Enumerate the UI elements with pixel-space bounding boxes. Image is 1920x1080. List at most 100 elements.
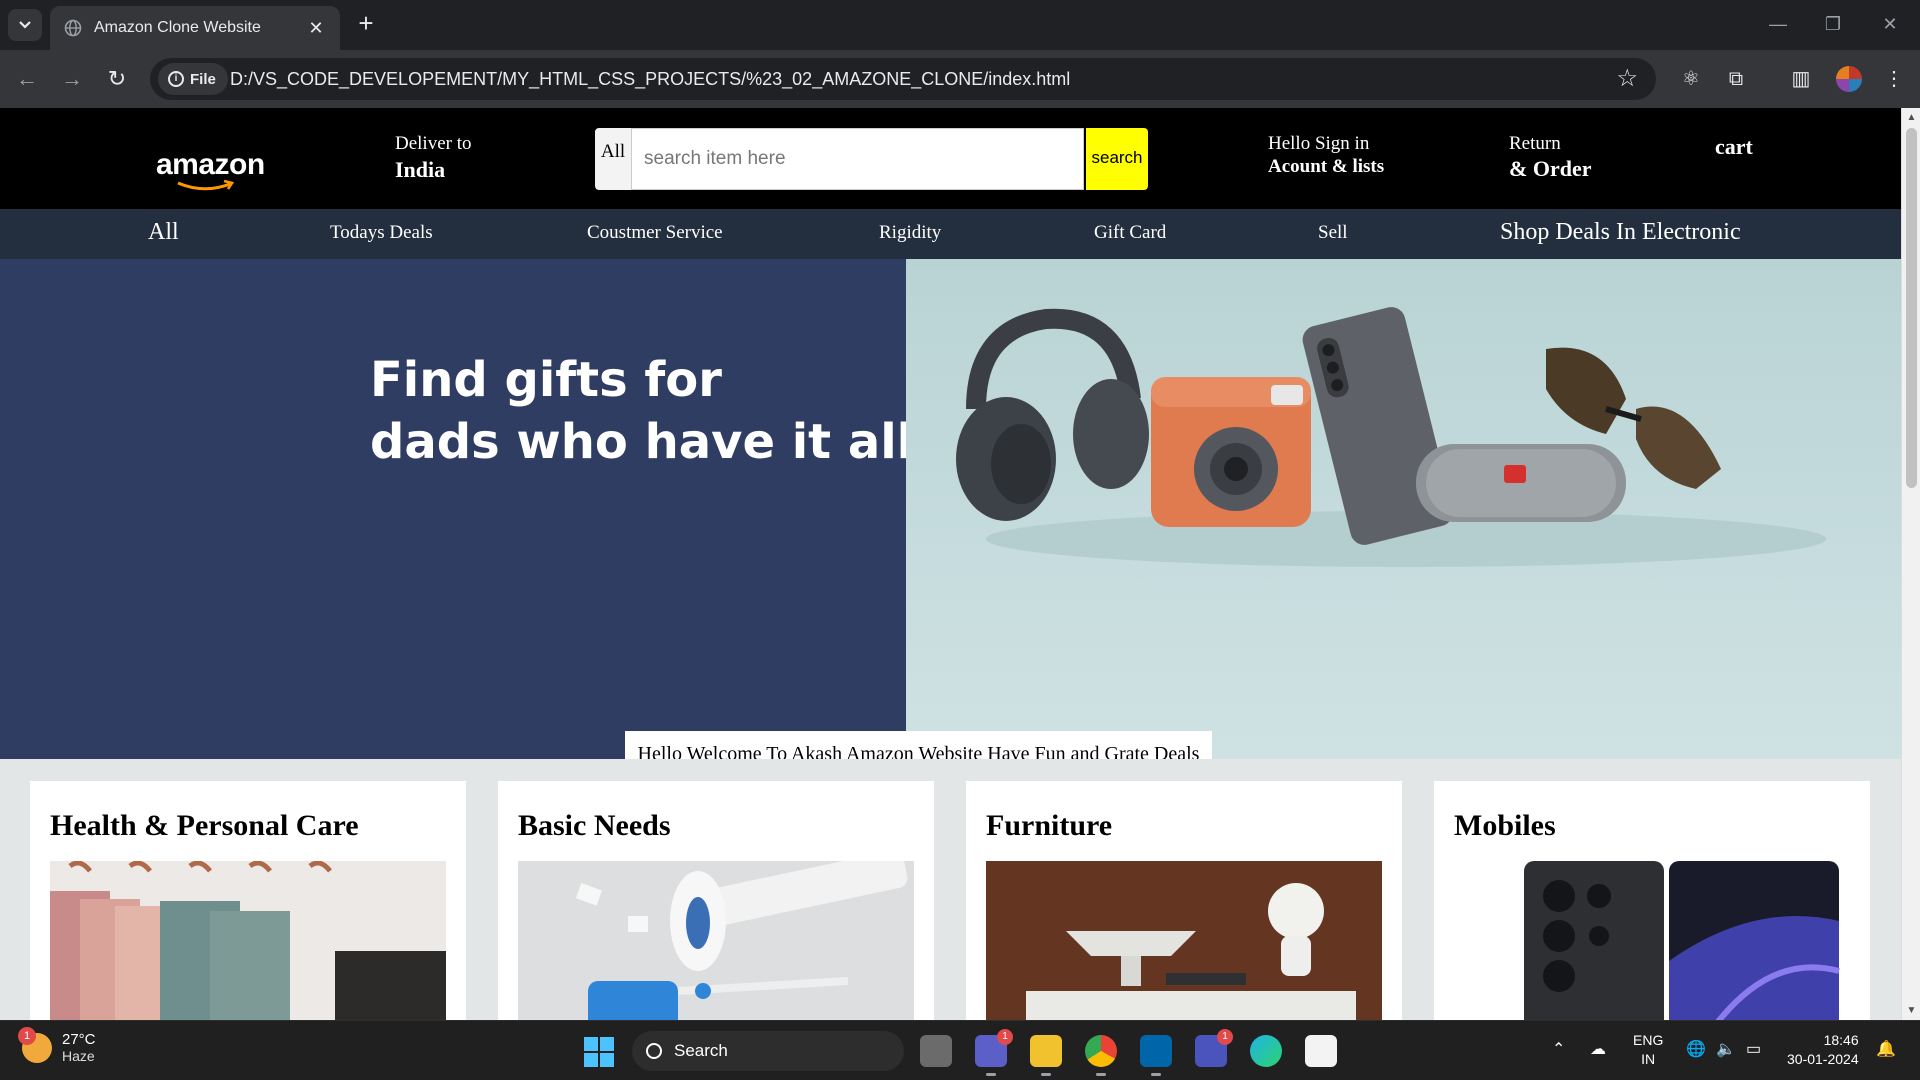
deliver-label: Deliver to — [395, 133, 472, 154]
weather-widget[interactable]: 1 27°C Haze — [18, 1026, 96, 1064]
browser-tab-active[interactable]: Amazon Clone Website ✕ — [50, 6, 340, 50]
language-indicator[interactable]: ENG IN — [1633, 1031, 1663, 1069]
search-input[interactable] — [631, 128, 1084, 190]
windows-start-icon[interactable] — [584, 1037, 614, 1067]
close-tab-icon[interactable]: ✕ — [306, 18, 326, 39]
card-title: Basic Needs — [518, 809, 671, 842]
restore-button[interactable]: ❐ — [1813, 10, 1853, 38]
account-lists-label: Acount & lists — [1268, 156, 1385, 177]
teams-badge: 1 — [1217, 1029, 1233, 1045]
teams-chat-icon[interactable]: 1 — [975, 1029, 1013, 1076]
tab-search-button[interactable] — [8, 9, 42, 41]
search-bar: All search — [595, 128, 1148, 190]
product-card-mobiles[interactable]: Mobiles — [1434, 781, 1870, 1020]
vscode-icon[interactable] — [1140, 1035, 1172, 1076]
microsoft-store-icon[interactable] — [1305, 1035, 1337, 1067]
page-scrollbar[interactable]: ▲ ▼ — [1901, 108, 1920, 1020]
back-arrow-icon[interactable]: ← — [12, 64, 42, 94]
search-icon — [646, 1043, 662, 1059]
smile-arrow-icon — [177, 180, 235, 191]
minimize-button[interactable]: — — [1758, 10, 1798, 38]
network-globe-icon[interactable]: 🌐 — [1686, 1039, 1706, 1059]
cart-link[interactable]: cart — [1715, 134, 1753, 160]
notification-bell-icon[interactable]: 🔔 — [1876, 1039, 1896, 1059]
close-window-button[interactable]: ✕ — [1870, 10, 1910, 38]
card-image-smartphone[interactable] — [1454, 861, 1850, 1020]
card-image-toiletries[interactable] — [518, 861, 914, 1020]
taskbar-search[interactable]: Search — [632, 1031, 904, 1071]
product-card-health[interactable]: Health & Personal Care — [30, 781, 466, 1020]
site-chip-label: File — [190, 70, 216, 88]
search-category-select[interactable]: All — [595, 128, 631, 190]
site-info-chip[interactable]: i File — [158, 63, 228, 95]
clock-date: 30-01-2024 — [1787, 1051, 1859, 1067]
scroll-down-icon[interactable]: ▼ — [1902, 1005, 1920, 1016]
scroll-up-icon[interactable]: ▲ — [1902, 112, 1920, 123]
gadgets-illustration — [956, 307, 1826, 567]
file-explorer-icon[interactable] — [1030, 1035, 1062, 1076]
new-tab-button[interactable]: + — [352, 10, 380, 38]
haze-weather-icon: 1 — [18, 1026, 52, 1063]
hero-product-photo — [906, 259, 1901, 759]
card-image-furniture[interactable] — [986, 861, 1382, 1020]
extensions-puzzle-icon[interactable]: ⧉ — [1722, 65, 1750, 93]
amazon-logo[interactable]: amazon — [156, 148, 268, 198]
address-bar[interactable]: i File D:/VS_CODE_DEVELOPEMENT/MY_HTML_C… — [150, 58, 1656, 100]
teams-icon[interactable]: 1 — [1195, 1029, 1233, 1067]
returns-orders[interactable]: Return & Order — [1509, 133, 1591, 182]
card-image-towels[interactable] — [50, 861, 446, 1020]
subnav-item-all[interactable]: All — [148, 219, 179, 246]
react-devtools-icon[interactable]: ⚛ — [1677, 65, 1705, 93]
windows-taskbar: 1 27°C Haze Search 1 1 ⌃ ☁ ENG IN 🌐 🔈 ▭ … — [0, 1020, 1920, 1080]
kebab-menu-icon[interactable]: ⋮ — [1880, 65, 1908, 93]
search-button[interactable]: search — [1086, 128, 1148, 190]
globe-icon — [64, 19, 82, 37]
scrollbar-thumb[interactable] — [1906, 128, 1917, 488]
chevron-down-icon — [19, 21, 31, 29]
card-title: Mobiles — [1454, 809, 1556, 842]
info-icon: i — [168, 71, 184, 87]
subnav-item-todays-deals[interactable]: Todays Deals — [330, 222, 433, 244]
subnav-item-shop-deals-electronic[interactable]: Shop Deals In Electronic — [1500, 219, 1741, 246]
deliver-to[interactable]: Deliver to India — [395, 133, 472, 183]
edge-icon[interactable] — [1250, 1035, 1282, 1067]
chrome-icon[interactable] — [1085, 1035, 1117, 1076]
product-card-basic-needs[interactable]: Basic Needs — [498, 781, 934, 1020]
tab-title: Amazon Clone Website — [94, 19, 261, 36]
subnav-item-sell[interactable]: Sell — [1318, 222, 1348, 244]
hero-headline: Find gifts for dads who have it all — [370, 349, 913, 473]
system-clock[interactable]: 18:46 30-01-2024 — [1787, 1031, 1859, 1069]
card-title: Furniture — [986, 809, 1113, 842]
deliver-country: India — [395, 157, 446, 182]
account-signin[interactable]: Hello Sign in Acount & lists — [1268, 133, 1384, 178]
side-panel-icon[interactable]: ▥ — [1787, 65, 1815, 93]
welcome-message: Hello Welcome To Akash Amazon Website Ha… — [625, 731, 1212, 759]
task-view-icon[interactable] — [920, 1035, 952, 1067]
weather-desc: Haze — [62, 1048, 95, 1064]
chevron-up-icon[interactable]: ⌃ — [1552, 1039, 1565, 1059]
clock-time: 18:46 — [1823, 1032, 1859, 1048]
page-viewport: amazon Deliver to India All search Hello… — [0, 108, 1920, 1020]
bookmark-star-icon[interactable]: ☆ — [1616, 64, 1638, 93]
profile-avatar[interactable] — [1836, 66, 1862, 92]
towels-illustration — [50, 861, 446, 1020]
product-card-furniture[interactable]: Furniture — [966, 781, 1402, 1020]
chat-badge: 1 — [997, 1029, 1013, 1045]
furniture-illustration — [986, 861, 1382, 1020]
subnav-item-registry[interactable]: Rigidity — [879, 222, 941, 244]
browser-toolbar: ← → ↻ i File D:/VS_CODE_DEVELOPEMENT/MY_… — [0, 50, 1920, 108]
reload-icon[interactable]: ↻ — [102, 64, 132, 94]
onedrive-cloud-icon[interactable]: ☁ — [1590, 1039, 1606, 1059]
hero-banner[interactable]: Find gifts for dads who have it all Hell… — [0, 259, 1901, 759]
battery-icon[interactable]: ▭ — [1746, 1039, 1761, 1059]
lang-region: IN — [1641, 1051, 1656, 1067]
hero-headline-line1: Find gifts for — [370, 352, 722, 408]
returns-label: Return — [1509, 133, 1561, 154]
amazon-navbar: amazon Deliver to India All search Hello… — [0, 108, 1901, 209]
subnav-item-gift-card[interactable]: Gift Card — [1094, 222, 1166, 244]
volume-icon[interactable]: 🔈 — [1716, 1039, 1736, 1059]
url-text[interactable]: D:/VS_CODE_DEVELOPEMENT/MY_HTML_CSS_PROJ… — [230, 69, 1070, 90]
forward-arrow-icon[interactable]: → — [57, 64, 87, 94]
taskbar-search-label: Search — [674, 1041, 728, 1060]
subnav-item-customer-service[interactable]: Coustmer Service — [587, 222, 723, 244]
